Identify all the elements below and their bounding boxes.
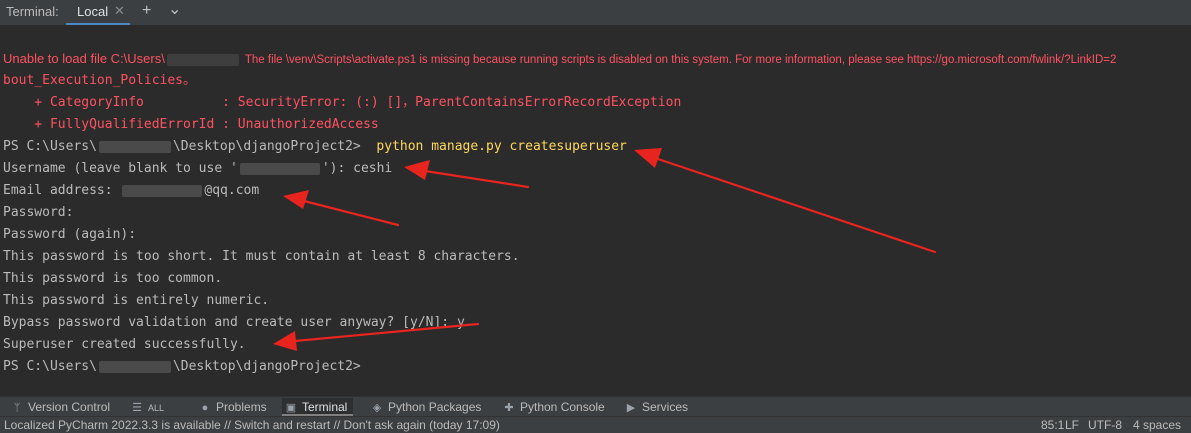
prompt-line-1: PS C:\Users\ \Desktop\djangoProject2> pyt…	[3, 138, 627, 156]
validation-too-short: This password is too short. It must cont…	[3, 249, 520, 264]
tool-python-packages-label: Python Packages	[388, 400, 482, 414]
prompt-prefix: PS C:\Users\	[3, 359, 97, 374]
redacted-username	[98, 360, 171, 373]
redacted-default-username	[239, 162, 320, 175]
prompt-suffix: \Desktop\djangoProject2>	[172, 359, 361, 374]
terminal-icon: ▣	[285, 402, 297, 414]
redacted-email	[122, 184, 203, 197]
chevron-down-icon[interactable]: ⌄	[168, 0, 181, 19]
prompt-line-2: PS C:\Users\ \Desktop\djangoProject2>	[3, 358, 361, 376]
tool-window-bar: ᛘ Version Control ☰ ALL ● Problems ▣ Termina…	[0, 396, 1191, 416]
email-prompt: Email address:	[3, 183, 121, 198]
services-icon: ▶	[626, 402, 636, 414]
terminal-title: Terminal:	[6, 4, 59, 19]
tool-python-packages[interactable]: ◈ Python Packages	[370, 398, 482, 416]
list-icon: ☰	[132, 402, 142, 414]
tab-local[interactable]: Local ✕	[66, 0, 130, 25]
email-line: Email address: @qq.com	[3, 182, 259, 200]
tool-services-label: Services	[642, 400, 689, 414]
error-line-1: Unable to load file C:\Users\ The file \v…	[3, 50, 1116, 68]
status-bar: Localized PyCharm 2022.3.3 is available …	[0, 416, 1191, 433]
validation-numeric: This password is entirely numeric.	[3, 293, 270, 308]
error-line-3: + CategoryInfo : SecurityError: (:) []，P…	[3, 95, 682, 110]
tool-python-console[interactable]: ✚ Python Console	[502, 398, 605, 416]
file-encoding[interactable]: UTF-8	[1088, 417, 1122, 433]
packages-icon: ◈	[372, 402, 382, 414]
tool-todo[interactable]: ☰ ALL	[130, 398, 164, 416]
tool-todo-label: ALL	[148, 403, 165, 413]
username-line: Username (leave blank to use ' '): ceshi	[3, 160, 392, 178]
add-tab-icon[interactable]: +	[142, 2, 151, 20]
prompt-suffix: \Desktop\djangoProject2>	[172, 139, 361, 154]
tool-python-console-label: Python Console	[520, 400, 605, 414]
tool-version-control-label: Version Control	[28, 400, 111, 414]
redacted-username	[166, 53, 239, 66]
error-line-1-message: The file \venv\Scripts\activate.ps1 is m…	[244, 54, 1117, 66]
branch-icon: ᛘ	[13, 402, 21, 414]
caret-position[interactable]: 85:1	[1041, 417, 1064, 433]
prompt-prefix: PS C:\Users\	[3, 139, 97, 154]
status-message[interactable]: Localized PyCharm 2022.3.3 is available …	[4, 417, 500, 433]
python-icon: ✚	[504, 402, 514, 414]
tool-problems[interactable]: ● Problems	[198, 398, 267, 416]
problems-icon: ●	[201, 402, 209, 414]
close-icon[interactable]: ✕	[114, 3, 125, 19]
command-text: python manage.py createsuperuser	[376, 139, 627, 154]
error-line-2: bout_Execution_Policies。	[3, 73, 197, 88]
redacted-username	[98, 140, 171, 153]
indent-setting[interactable]: 4 spaces	[1133, 417, 1181, 433]
tool-version-control[interactable]: ᛘ Version Control	[10, 398, 110, 416]
success-line: Superuser created successfully.	[3, 337, 246, 352]
bypass-line: Bypass password validation and create us…	[3, 315, 465, 330]
password-again-line: Password (again):	[3, 227, 137, 242]
tab-local-label: Local	[77, 4, 109, 19]
password-line: Password:	[3, 205, 74, 220]
tool-services[interactable]: ▶ Services	[624, 398, 688, 416]
tool-terminal-label: Terminal	[302, 400, 348, 414]
error-line-4: + FullyQualifiedErrorId : UnauthorizedAc…	[3, 117, 379, 132]
email-domain: @qq.com	[204, 183, 260, 198]
line-ending[interactable]: LF	[1065, 417, 1079, 433]
username-answer: '): ceshi	[321, 161, 393, 176]
error-line-1-prefix: Unable to load file C:\Users\	[3, 51, 165, 66]
username-prompt: Username (leave blank to use '	[3, 161, 238, 176]
tool-terminal[interactable]: ▣ Terminal	[282, 398, 354, 416]
tool-problems-label: Problems	[216, 400, 267, 414]
validation-too-common: This password is too common.	[3, 271, 223, 286]
terminal-output[interactable]: Unable to load file C:\Users\ The file \v…	[0, 26, 1191, 396]
terminal-header: Terminal: Local ✕ + ⌄	[0, 0, 1191, 26]
